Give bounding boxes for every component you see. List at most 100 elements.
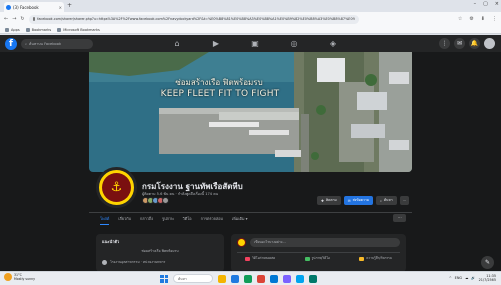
bookmark-label: Microsoft Bookmarks [63,27,100,32]
browser-toolbar: ← → ↻ facebook.com/sharer/sharer.php?u=h… [0,12,501,26]
forward-button[interactable]: → [12,16,16,22]
follower-avatars[interactable] [142,197,169,204]
new-message-fab-icon[interactable]: ✎ [481,256,494,269]
bookmark-bookmarks[interactable]: Bookmarks [25,27,52,32]
page-actions: ✚ ติดตาม ✉ ส่งข้อความ ⌕ ค้นหา ⋯ [317,196,409,205]
system-tray: ^ ENG ☁ 🔊 11:35 21/7/2565 [449,274,496,282]
composer-input[interactable]: เขียนอะไรบางอย่าง... [250,238,400,247]
windows-taskbar: 31°C Mostly sunny ค้นหา ^ ENG ☁ 🔊 11:35 … [0,271,501,285]
facebook-logo[interactable]: f [5,37,17,50]
tab-posts[interactable]: โพสต์ [100,216,110,225]
facebook-main-nav: ⌂ ▶ ▣ ◎ ◈ [170,37,340,50]
bookmark-star-icon[interactable]: ☆ [458,16,462,22]
language-indicator[interactable]: ENG [455,276,462,280]
cover-photo-image [89,52,412,172]
taskbar-app-icon[interactable] [244,274,252,283]
bookmark-label: Bookmarks [31,27,52,32]
facebook-search-input[interactable]: ⌕ ค้นหาบน Facebook [21,38,93,49]
address-bar[interactable]: facebook.com/sharer/sharer.php?u=https%3… [28,14,359,24]
taskbar-app-icon[interactable] [218,274,226,283]
tab-about[interactable]: เกี่ยวกับ [118,216,131,225]
page-profile-picture[interactable]: ⚓ [96,167,137,208]
page-tabs: โพสต์ เกี่ยวกับ กล่าวถึง รูปภาพ วิดีโอ ก… [100,216,248,225]
cover-photo[interactable]: ซ่อมสร้างเรือ ฟิตพร้อมรบ KEEP FLEET FIT … [89,52,412,172]
system-clock[interactable]: 11:35 21/7/2565 [479,274,496,282]
maximize-button[interactable]: ▢ [483,1,488,7]
composer-option-label: วิดีโอถ่ายทอดสด [252,256,276,260]
reload-button[interactable]: ↻ [20,16,24,22]
facebook-header-right: ⋮ ✉ 🔔 [439,38,495,49]
messenger-icon[interactable]: ✉ [454,38,465,49]
composer-options: วิดีโอถ่ายทอดสด รูปภาพ/วิดีโอ ความรู้สึก/ก… [237,256,400,261]
folder-icon [25,27,30,32]
message-button[interactable]: ✉ ส่งข้อความ [343,196,373,205]
home-icon[interactable]: ⌂ [170,37,184,50]
taskbar-app-icon[interactable] [270,274,278,283]
follow-button[interactable]: ✚ ติดตาม [317,196,341,205]
tab-more[interactable]: เพิ่มเติม ▾ [232,216,248,225]
taskbar-app-icon[interactable] [257,274,265,283]
marketplace-icon[interactable]: ▣ [248,37,262,50]
minimize-button[interactable]: – [474,1,477,7]
more-options-button[interactable]: ⋯ [399,196,409,205]
bookmark-microsoft[interactable]: Microsoft Bookmarks [57,27,100,32]
windows-start-icon[interactable] [160,274,168,283]
browser-tab-strip: (3) Facebook × + – ▢ × [0,0,501,12]
cover-slogan-english: KEEP FLEET FIT TO FIGHT [160,89,280,99]
tab-videos[interactable]: วิดีโอ [183,216,192,225]
intro-title: แนะนำตัว [102,239,120,244]
composer-option[interactable]: วิดีโอถ่ายทอดสด [245,256,275,261]
clock-date: 21/7/2565 [478,278,496,282]
new-tab-button[interactable]: + [67,2,72,10]
post-composer: เขียนอะไรบางอย่าง... [237,238,400,247]
info-icon [102,260,107,265]
taskbar-search[interactable]: ค้นหา [173,274,213,283]
taskbar-app-icon[interactable] [309,274,317,283]
taskbar-app-icon[interactable] [296,274,304,283]
tab-photos[interactable]: รูปภาพ [162,216,174,225]
taskbar-app-icon[interactable] [283,274,291,283]
composer-option[interactable]: ความรู้สึก/กิจกรรม [359,256,392,261]
apps-icon [5,27,9,32]
close-window-button[interactable]: × [495,1,499,7]
network-icon[interactable]: ☁ [465,276,468,280]
groups-icon[interactable]: ◎ [287,37,301,50]
intro-category-text: โรงงานอุตสาหกรรม · หน่วยงานทหาร [110,260,166,264]
gaming-icon[interactable]: ◈ [326,37,340,50]
downloads-icon[interactable]: ⬇ [481,16,485,22]
browser-tab[interactable]: (3) Facebook × [4,2,64,12]
search-page-button[interactable]: ⌕ ค้นหา [375,196,397,205]
weather-text: 31°C Mostly sunny [14,273,35,281]
tabs-overflow-button[interactable]: ⋯ [393,214,406,222]
follower-avatar[interactable] [162,197,169,204]
bookmarks-bar: Apps Bookmarks Microsoft Bookmarks [0,26,501,34]
post-composer-card: เขียนอะไรบางอย่าง... วิดีโอถ่ายทอดสด รูปภ… [231,234,406,272]
browser-tab-title: (3) Facebook [13,4,39,10]
volume-icon[interactable]: 🔊 [471,276,475,280]
tray-overflow-icon[interactable]: ^ [449,276,452,280]
taskbar-app-icon[interactable] [231,274,239,283]
toolbar-actions: ☆ ⚙ ⬇ ⋮ [458,16,497,22]
notifications-icon[interactable]: 🔔 [469,38,480,49]
sun-icon [4,273,12,281]
bookmark-apps[interactable]: Apps [5,27,20,32]
account-avatar[interactable] [484,38,495,49]
composer-avatar [237,238,246,247]
settings-icon[interactable]: ⚙ [469,16,473,22]
weather-widget[interactable]: 31°C Mostly sunny [4,273,35,281]
tab-close-icon[interactable]: × [59,5,62,10]
menu-grid-icon[interactable]: ⋮ [439,38,450,49]
browser-menu-icon[interactable]: ⋮ [492,16,497,22]
follow-icon: ✚ [321,198,324,203]
taskbar-apps: ค้นหา [160,274,317,283]
photo-icon [304,256,310,261]
header-divider [89,212,412,213]
back-button[interactable]: ← [4,16,8,22]
intro-card: แนะนำตัว ซ่อมสร้างเรือ ฟิตพร้อมรบ โรงงาน… [96,234,224,272]
composer-option[interactable]: รูปภาพ/วิดีโอ [304,256,330,261]
watch-icon[interactable]: ▶ [209,37,223,50]
tab-reviews[interactable]: การตรวจสอบ [201,216,223,225]
tab-mentions[interactable]: กล่าวถึง [140,216,153,225]
weather-desc: Mostly sunny [14,277,36,281]
composer-option-label: ความรู้สึก/กิจกรรม [366,256,392,260]
